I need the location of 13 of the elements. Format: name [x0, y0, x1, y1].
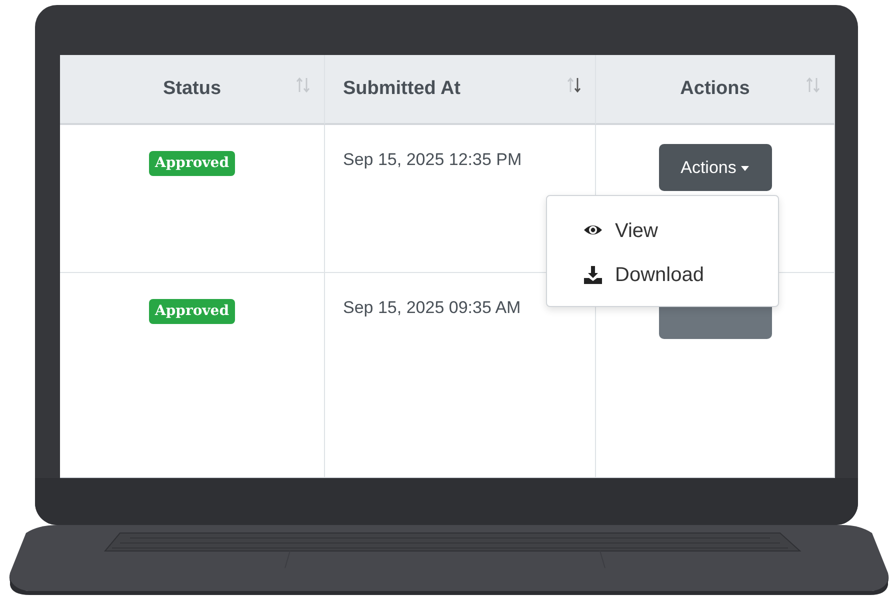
menu-item[interactable]: Download — [583, 260, 778, 290]
sort-icon[interactable] — [567, 77, 581, 93]
status-badge: Approved — [149, 151, 235, 176]
date-text: Sep 15, 2025 09:35 AM — [343, 297, 522, 319]
date-text: Sep 15, 2025 12:35 PM — [343, 149, 523, 171]
menu-item[interactable]: View — [583, 216, 778, 246]
status-badge: Approved — [149, 299, 235, 324]
column-header[interactable]: Submitted At — [325, 55, 596, 125]
caret-icon — [741, 166, 750, 171]
download-icon — [583, 265, 603, 285]
actions-button[interactable]: Actions — [658, 144, 772, 191]
column-header[interactable]: Status — [60, 55, 325, 125]
column-header[interactable]: Actions — [596, 55, 835, 125]
